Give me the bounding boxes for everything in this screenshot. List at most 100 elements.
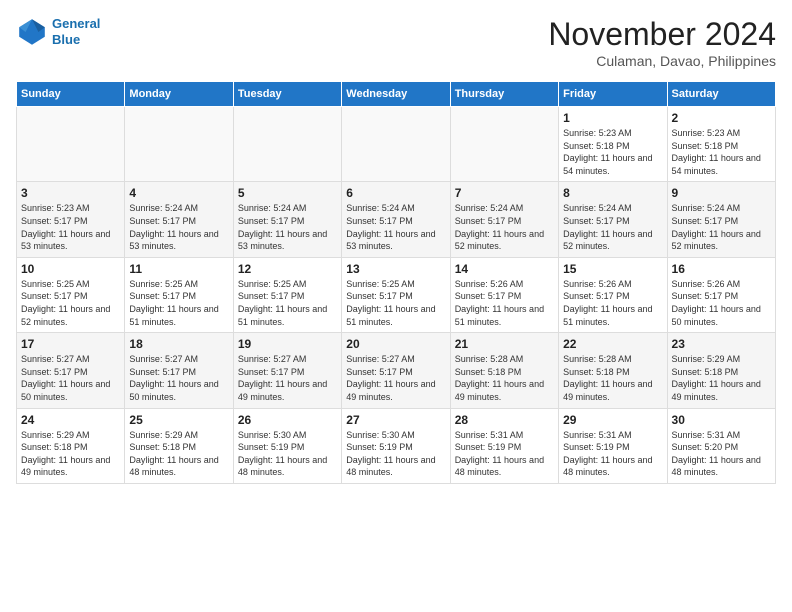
day-number: 2 [672,111,771,125]
day-number: 11 [129,262,228,276]
calendar-week-row: 24Sunrise: 5:29 AM Sunset: 5:18 PM Dayli… [17,408,776,483]
day-info: Sunrise: 5:27 AM Sunset: 5:17 PM Dayligh… [346,353,445,403]
day-info: Sunrise: 5:26 AM Sunset: 5:17 PM Dayligh… [672,278,771,328]
calendar-cell: 20 Sunrise: 5:27 AM Sunset: 5:17 PM Dayli… [342,333,450,408]
day-info: Sunrise: 5:31 AM Sunset: 5:19 PM Dayligh… [455,429,554,479]
day-info: Sunrise: 5:27 AM Sunset: 5:17 PM Dayligh… [238,353,337,403]
location: Culaman, Davao, Philippines [548,53,776,69]
calendar-week-row: 17 Sunrise: 5:27 AM Sunset: 5:17 PM Dayli… [17,333,776,408]
day-info: Sunrise: 5:29 AM Sunset: 5:18 PM Dayligh… [672,353,771,403]
day-of-week-header: Tuesday [233,82,341,107]
day-info: Sunrise: 5:31 AM Sunset: 5:19 PM Dayligh… [563,429,662,479]
calendar-cell: 16 Sunrise: 5:26 AM Sunset: 5:17 PM Dayli… [667,257,775,332]
calendar-cell: 28 Sunrise: 5:31 AM Sunset: 5:19 PM Dayli… [450,408,558,483]
calendar-cell: 3 Sunrise: 5:23 AM Sunset: 5:17 PM Daylig… [17,182,125,257]
day-number: 27 [346,413,445,427]
calendar-cell: 24Sunrise: 5:29 AM Sunset: 5:18 PM Dayli… [17,408,125,483]
day-number: 5 [238,186,337,200]
calendar-cell: 15 Sunrise: 5:26 AM Sunset: 5:17 PM Dayli… [559,257,667,332]
calendar-cell [17,107,125,182]
title-block: November 2024 Culaman, Davao, Philippine… [548,16,776,69]
calendar-body: 1 Sunrise: 5:23 AM Sunset: 5:18 PM Daylig… [17,107,776,484]
day-number: 17 [21,337,120,351]
calendar-cell: 11 Sunrise: 5:25 AM Sunset: 5:17 PM Dayli… [125,257,233,332]
calendar-cell [450,107,558,182]
day-number: 3 [21,186,120,200]
day-number: 4 [129,186,228,200]
day-number: 23 [672,337,771,351]
day-number: 15 [563,262,662,276]
calendar-cell: 18 Sunrise: 5:27 AM Sunset: 5:17 PM Dayli… [125,333,233,408]
calendar-table: SundayMondayTuesdayWednesdayThursdayFrid… [16,81,776,484]
calendar-cell: 22Sunrise: 5:28 AM Sunset: 5:18 PM Dayli… [559,333,667,408]
calendar-cell: 10 Sunrise: 5:25 AM Sunset: 5:17 PM Dayli… [17,257,125,332]
day-of-week-header: Friday [559,82,667,107]
day-info: Sunrise: 5:24 AM Sunset: 5:17 PM Dayligh… [455,202,554,252]
day-info: Sunrise: 5:23 AM Sunset: 5:17 PM Dayligh… [21,202,120,252]
day-number: 14 [455,262,554,276]
day-info: Sunrise: 5:24 AM Sunset: 5:17 PM Dayligh… [129,202,228,252]
calendar-cell: 4 Sunrise: 5:24 AM Sunset: 5:17 PM Daylig… [125,182,233,257]
day-number: 26 [238,413,337,427]
day-info: Sunrise: 5:24 AM Sunset: 5:17 PM Dayligh… [672,202,771,252]
calendar-cell: 13 Sunrise: 5:25 AM Sunset: 5:17 PM Dayli… [342,257,450,332]
logo-text: General Blue [52,16,100,47]
day-number: 21 [455,337,554,351]
day-info: Sunrise: 5:28 AM Sunset: 5:18 PM Dayligh… [455,353,554,403]
day-of-week-header: Monday [125,82,233,107]
day-number: 19 [238,337,337,351]
day-of-week-header: Wednesday [342,82,450,107]
calendar-cell: 23 Sunrise: 5:29 AM Sunset: 5:18 PM Dayli… [667,333,775,408]
day-number: 9 [672,186,771,200]
calendar-cell: 6Sunrise: 5:24 AM Sunset: 5:17 PM Daylig… [342,182,450,257]
day-info: Sunrise: 5:29 AM Sunset: 5:18 PM Dayligh… [129,429,228,479]
day-info: Sunrise: 5:28 AM Sunset: 5:18 PM Dayligh… [563,353,662,403]
logo-icon [16,16,48,48]
day-number: 1 [563,111,662,125]
month-year: November 2024 [548,16,776,53]
calendar-cell: 7 Sunrise: 5:24 AM Sunset: 5:17 PM Daylig… [450,182,558,257]
calendar-cell: 29 Sunrise: 5:31 AM Sunset: 5:19 PM Dayli… [559,408,667,483]
day-number: 25 [129,413,228,427]
day-info: Sunrise: 5:25 AM Sunset: 5:17 PM Dayligh… [21,278,120,328]
day-of-week-header: Sunday [17,82,125,107]
calendar-cell: 26 Sunrise: 5:30 AM Sunset: 5:19 PM Dayli… [233,408,341,483]
day-number: 10 [21,262,120,276]
calendar-cell: 14 Sunrise: 5:26 AM Sunset: 5:17 PM Dayli… [450,257,558,332]
day-number: 28 [455,413,554,427]
day-of-week-header: Saturday [667,82,775,107]
day-number: 30 [672,413,771,427]
day-info: Sunrise: 5:24 AM Sunset: 5:17 PM Dayligh… [238,202,337,252]
day-info: Sunrise: 5:24 AM Sunset: 5:17 PM Dayligh… [563,202,662,252]
day-number: 13 [346,262,445,276]
calendar-cell [125,107,233,182]
day-info: Sunrise: 5:26 AM Sunset: 5:17 PM Dayligh… [455,278,554,328]
logo: General Blue [16,16,100,48]
calendar-cell [342,107,450,182]
day-number: 18 [129,337,228,351]
logo-line2: Blue [52,32,80,47]
calendar-header: SundayMondayTuesdayWednesdayThursdayFrid… [17,82,776,107]
day-number: 20 [346,337,445,351]
day-info: Sunrise: 5:25 AM Sunset: 5:17 PM Dayligh… [346,278,445,328]
day-info: Sunrise: 5:25 AM Sunset: 5:17 PM Dayligh… [129,278,228,328]
day-of-week-header: Thursday [450,82,558,107]
calendar-cell: 27Sunrise: 5:30 AM Sunset: 5:19 PM Dayli… [342,408,450,483]
day-number: 7 [455,186,554,200]
calendar-cell: 9 Sunrise: 5:24 AM Sunset: 5:17 PM Daylig… [667,182,775,257]
day-info: Sunrise: 5:27 AM Sunset: 5:17 PM Dayligh… [129,353,228,403]
day-number: 16 [672,262,771,276]
day-info: Sunrise: 5:23 AM Sunset: 5:18 PM Dayligh… [672,127,771,177]
day-info: Sunrise: 5:26 AM Sunset: 5:17 PM Dayligh… [563,278,662,328]
calendar-cell: 5 Sunrise: 5:24 AM Sunset: 5:17 PM Daylig… [233,182,341,257]
day-info: Sunrise: 5:23 AM Sunset: 5:18 PM Dayligh… [563,127,662,177]
header-row: SundayMondayTuesdayWednesdayThursdayFrid… [17,82,776,107]
day-number: 8 [563,186,662,200]
day-number: 6 [346,186,445,200]
day-info: Sunrise: 5:30 AM Sunset: 5:19 PM Dayligh… [238,429,337,479]
calendar-cell: 12Sunrise: 5:25 AM Sunset: 5:17 PM Dayli… [233,257,341,332]
calendar-cell: 30Sunrise: 5:31 AM Sunset: 5:20 PM Dayli… [667,408,775,483]
calendar-week-row: 10 Sunrise: 5:25 AM Sunset: 5:17 PM Dayli… [17,257,776,332]
calendar-cell: 2 Sunrise: 5:23 AM Sunset: 5:18 PM Daylig… [667,107,775,182]
day-number: 29 [563,413,662,427]
